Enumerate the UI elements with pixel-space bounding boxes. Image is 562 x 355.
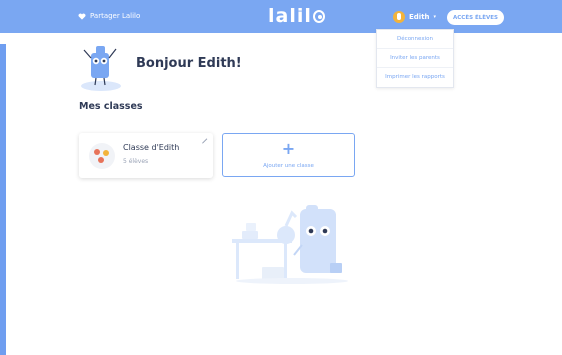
class-card[interactable]: Classe d'Edith 5 élèves xyxy=(79,133,213,178)
chevron-down-icon: ▾ xyxy=(433,14,437,20)
menu-item-print-reports[interactable]: Imprimer les rapports xyxy=(377,68,453,87)
student-access-button[interactable]: ACCÈS ÉLÈVES xyxy=(447,10,504,25)
add-class-label: Ajouter une classe xyxy=(263,163,314,169)
menu-item-invite-parents[interactable]: Inviter les parents xyxy=(377,49,453,68)
class-student-count: 5 élèves xyxy=(123,158,149,165)
user-name: Edith xyxy=(409,13,430,21)
heart-icon xyxy=(78,13,86,20)
share-label: Partager Lalilo xyxy=(90,12,141,20)
user-menu-toggle[interactable]: Edith ▾ xyxy=(393,11,436,23)
pencil-icon[interactable] xyxy=(201,137,208,144)
user-dropdown-menu: Déconnexion Inviter les parents Imprimer… xyxy=(376,29,454,88)
class-avatar-icon xyxy=(89,143,115,169)
classroom-illustration xyxy=(232,205,348,284)
left-edge-strip xyxy=(0,44,6,355)
logo-text: lalil xyxy=(268,5,312,27)
add-class-button[interactable]: + Ajouter une classe xyxy=(222,133,355,177)
class-name: Classe d'Edith xyxy=(123,143,180,152)
share-link[interactable]: Partager Lalilo xyxy=(78,12,140,20)
plus-icon: + xyxy=(281,139,296,158)
section-title-my-classes: Mes classes xyxy=(79,101,143,112)
page-greeting: Bonjour Edith! xyxy=(136,56,242,71)
menu-item-logout[interactable]: Déconnexion xyxy=(377,30,453,49)
logo-o-icon xyxy=(312,10,325,23)
top-navigation-bar: Partager Lalilo lalil Edith ▾ ACCÈS ÉLÈV… xyxy=(0,0,562,33)
user-avatar-icon xyxy=(393,11,405,23)
lalilo-logo: lalil xyxy=(268,5,325,27)
mascot-illustration xyxy=(81,46,121,91)
